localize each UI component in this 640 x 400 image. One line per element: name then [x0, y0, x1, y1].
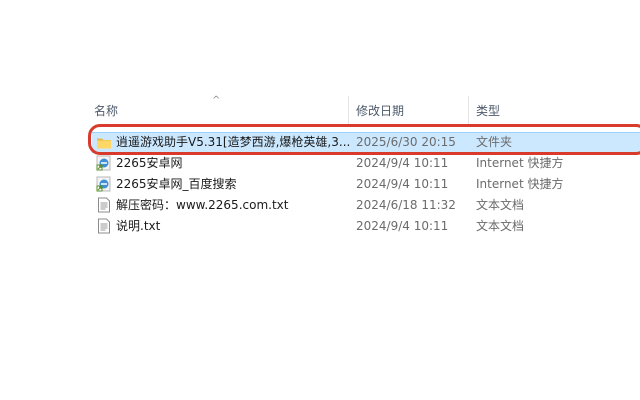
text-file-icon — [96, 218, 112, 234]
file-type: Internet 快捷方 — [476, 177, 564, 191]
internet-shortcut-icon — [96, 176, 112, 192]
file-date: 2025/6/30 20:15 — [356, 135, 456, 149]
file-row[interactable]: 解压密码：www.2265.com.txt 2024/6/18 11:32 文本… — [92, 195, 640, 216]
file-type: 文本文档 — [476, 198, 525, 212]
file-row[interactable]: 说明.txt 2024/9/4 10:11 文本文档 — [92, 216, 640, 237]
file-date: 2024/9/4 10:11 — [356, 219, 449, 233]
file-date: 2024/9/4 10:11 — [356, 177, 449, 191]
text-file-icon — [96, 197, 112, 213]
file-type: 文本文档 — [476, 219, 525, 233]
file-name: 2265安卓网 — [116, 156, 183, 170]
column-header-name[interactable]: 名称 — [94, 96, 344, 126]
file-name: 说明.txt — [116, 219, 161, 233]
column-header-bar: ^ 名称 修改日期 类型 — [86, 96, 640, 126]
file-type: Internet 快捷方 — [476, 156, 564, 170]
file-row[interactable]: 2265安卓网_百度搜索 2024/9/4 10:11 Internet 快捷方 — [92, 174, 640, 195]
column-divider[interactable] — [348, 96, 349, 126]
file-explorer-view: ^ 名称 修改日期 类型 逍遥游戏助手V5.31[造梦西游,爆枪英雄,3... … — [0, 0, 640, 400]
column-header-type[interactable]: 类型 — [476, 96, 566, 126]
file-row[interactable]: 逍遥游戏助手V5.31[造梦西游,爆枪英雄,3... 2025/6/30 20:… — [92, 132, 640, 153]
folder-icon — [96, 135, 112, 151]
file-name: 2265安卓网_百度搜索 — [116, 177, 237, 191]
file-name: 逍遥游戏助手V5.31[造梦西游,爆枪英雄,3... — [116, 135, 350, 149]
file-name: 解压密码：www.2265.com.txt — [116, 198, 289, 212]
column-divider[interactable] — [468, 96, 469, 126]
file-date: 2024/9/4 10:11 — [356, 156, 449, 170]
column-header-date[interactable]: 修改日期 — [356, 96, 466, 126]
file-type: 文件夹 — [476, 135, 513, 149]
file-row[interactable]: 2265安卓网 2024/9/4 10:11 Internet 快捷方 — [92, 153, 640, 174]
internet-shortcut-icon — [96, 155, 112, 171]
file-date: 2024/6/18 11:32 — [356, 198, 456, 212]
